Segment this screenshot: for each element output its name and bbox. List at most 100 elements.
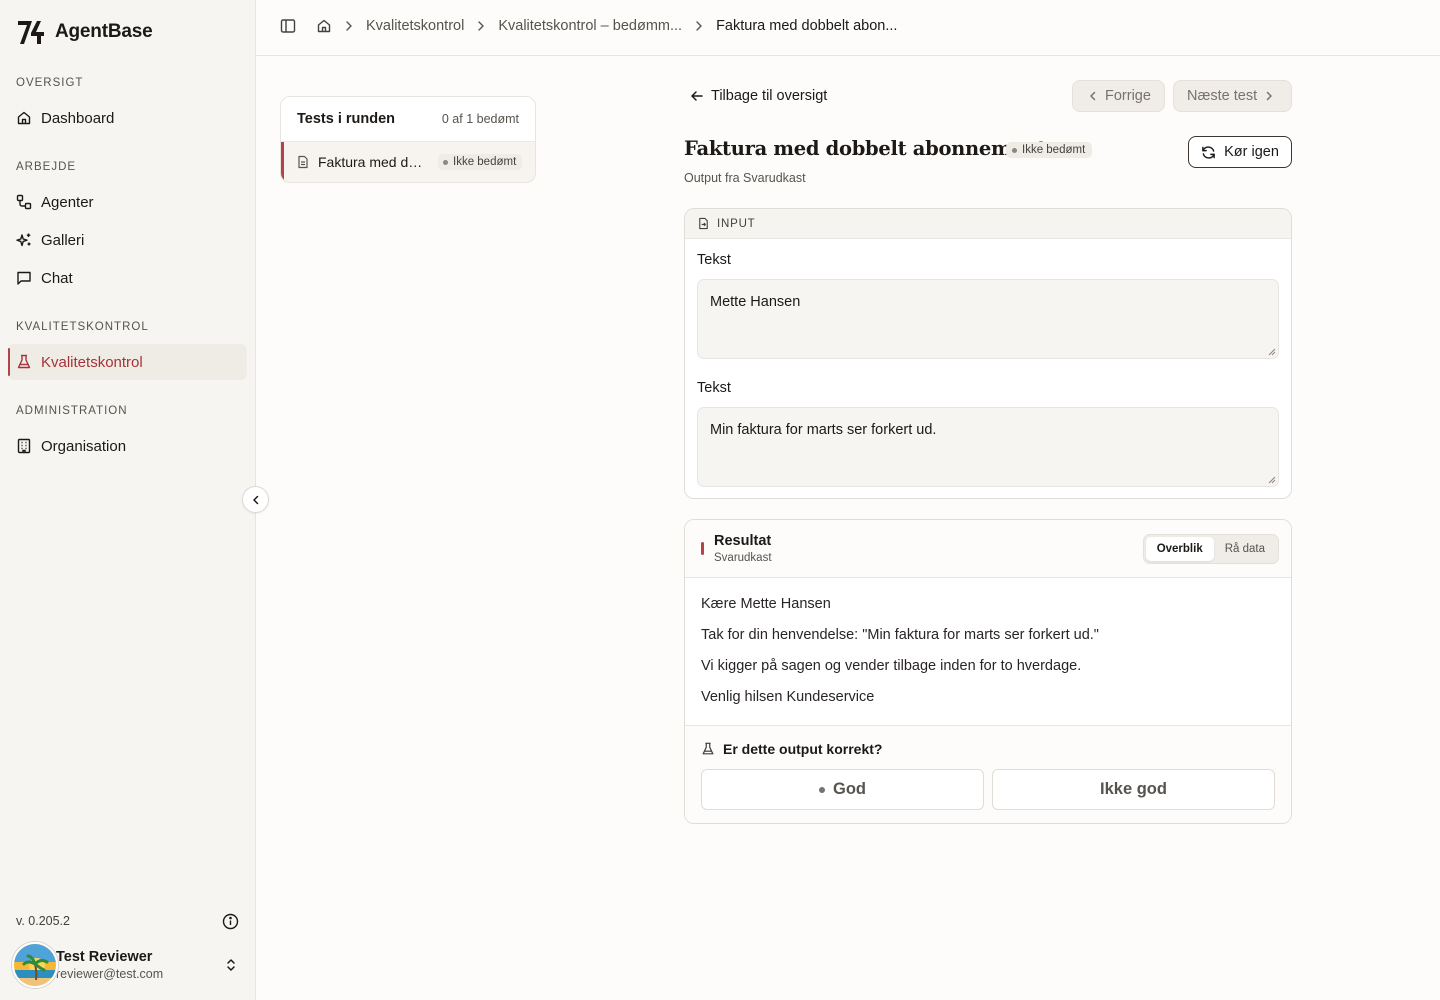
sidebar-item-organisation[interactable]: Organisation: [8, 428, 247, 464]
sidebar-item-label: Dashboard: [41, 109, 115, 127]
text-input-field[interactable]: Mette Hansen: [697, 279, 1279, 359]
breadcrumb-link[interactable]: Kvalitetskontrol – bedømm...: [498, 18, 682, 34]
sidebar-item-agenter[interactable]: Agenter: [8, 184, 247, 220]
next-test-button[interactable]: Næste test: [1173, 80, 1292, 112]
resize-handle-icon[interactable]: [1268, 348, 1276, 356]
chevron-right-icon: [696, 21, 702, 31]
status-dot: [819, 786, 825, 793]
sidebar-item-galleri[interactable]: Galleri: [8, 222, 247, 258]
sidebar: AgentBase OVERSIGT Dashboard ARBEJDE Age…: [0, 0, 256, 1000]
result-panel: Resultat Svarudkast Overblik Rå data Kær…: [684, 519, 1292, 824]
sidebar-item-label: Chat: [41, 269, 73, 287]
section-label-administration: ADMINISTRATION: [16, 405, 128, 417]
user-menu[interactable]: Test Reviewer reviewer@test.com: [12, 942, 244, 988]
sidebar-item-kvalitetskontrol[interactable]: Kvalitetskontrol: [8, 344, 247, 380]
section-label-arbejde: ARBEJDE: [16, 161, 77, 173]
rate-good-button[interactable]: God: [701, 769, 984, 810]
flask-icon: [702, 742, 714, 755]
field-label: Tekst: [697, 380, 731, 396]
chevron-right-icon: [1266, 91, 1272, 101]
result-title: Resultat: [714, 533, 772, 549]
tests-progress: 0 af 1 bedømt: [441, 112, 519, 126]
result-panel-header: Resultat Svarudkast Overblik Rå data: [685, 520, 1291, 578]
field-value: Min faktura for marts ser forkert ud.: [710, 422, 937, 438]
rating-section: Er dette output korrekt? God Ikke god: [685, 725, 1291, 823]
tab-raa-data[interactable]: Rå data: [1214, 537, 1276, 561]
chevrons-up-down-icon: [227, 959, 235, 971]
rate-good-label: God: [833, 780, 866, 798]
chevron-left-icon: [1090, 91, 1096, 101]
chevron-right-icon: [346, 21, 352, 31]
result-view-toggle: Overblik Rå data: [1142, 534, 1279, 564]
top-bar: Kvalitetskontrol Kvalitetskontrol – bedø…: [256, 0, 1440, 56]
status-badge: Ikke bedømt: [438, 154, 523, 170]
tests-panel: Tests i runden 0 af 1 bedømt Faktura med…: [280, 96, 536, 183]
tab-overblik[interactable]: Overblik: [1145, 537, 1214, 561]
sidebar-toggle-icon[interactable]: [280, 18, 296, 34]
rate-not-good-button[interactable]: Ikke god: [992, 769, 1275, 810]
run-again-label: Kør igen: [1224, 144, 1279, 160]
previous-test-button[interactable]: Forrige: [1072, 80, 1165, 112]
rating-question-text: Er dette output korrekt?: [723, 741, 883, 757]
info-icon[interactable]: [222, 913, 239, 930]
output-line: Tak for din henvendelse: "Min faktura fo…: [701, 627, 1099, 643]
test-list-item[interactable]: Faktura med dobbelt abonnement Ikke bedø…: [281, 142, 535, 182]
text-input-field[interactable]: Min faktura for marts ser forkert ud.: [697, 407, 1279, 487]
back-label: Tilbage til oversigt: [711, 88, 828, 104]
field-value: Mette Hansen: [710, 294, 801, 310]
breadcrumb-current: Faktura med dobbelt abon...: [716, 18, 898, 34]
building-icon: [17, 438, 31, 454]
home-icon[interactable]: [316, 18, 332, 34]
input-panel: INPUT Tekst Mette Hansen Tekst Min faktu…: [684, 208, 1292, 499]
app-version: v. 0.205.2: [16, 914, 70, 928]
sidebar-item-chat[interactable]: Chat: [8, 260, 247, 296]
field-label: Tekst: [697, 252, 731, 268]
test-name: Faktura med dobbelt abonnement: [318, 154, 430, 170]
sparkles-icon: [16, 233, 31, 247]
beach-avatar-icon: [14, 944, 56, 986]
breadcrumb: Kvalitetskontrol Kvalitetskontrol – bedø…: [280, 18, 897, 34]
tests-panel-header: Tests i runden 0 af 1 bedømt: [281, 97, 535, 142]
output-line: Vi kigger på sagen og vender tilbage ind…: [701, 658, 1082, 674]
result-accent-mark: [701, 542, 704, 555]
resize-handle-icon[interactable]: [1268, 476, 1276, 484]
back-to-overview-link[interactable]: Tilbage til oversigt: [690, 86, 827, 106]
section-label-kvalitetskontrol: KVALITETSKONTROL: [16, 321, 149, 333]
agentbase-logo-icon: [18, 21, 44, 44]
file-input-icon: [699, 217, 708, 230]
sidebar-item-label: Agenter: [41, 193, 94, 211]
page-subtitle: Output fra Svarudkast: [684, 171, 806, 185]
sidebar-item-label: Kvalitetskontrol: [41, 353, 143, 371]
tests-panel-title: Tests i runden: [297, 111, 396, 127]
output-line: Venlig hilsen Kundeservice: [701, 689, 875, 705]
collapse-sidebar-button[interactable]: [242, 486, 269, 513]
sidebar-item-label: Galleri: [41, 231, 85, 249]
rate-not-good-label: Ikke god: [1100, 780, 1167, 798]
flask-icon: [17, 354, 31, 369]
user-email: reviewer@test.com: [56, 967, 164, 981]
status-dot: [1012, 147, 1017, 153]
status-text: Ikke bedømt: [1022, 144, 1086, 156]
input-panel-title: INPUT: [717, 217, 756, 230]
breadcrumb-link[interactable]: Kvalitetskontrol: [366, 18, 464, 34]
result-output-text: Kære Mette Hansen Tak for din henvendels…: [701, 596, 1099, 720]
brand[interactable]: AgentBase: [16, 18, 153, 46]
previous-label: Forrige: [1105, 88, 1151, 104]
arrow-left-icon: [691, 91, 703, 101]
status-badge: Ikke bedømt: [1006, 142, 1093, 158]
result-subtitle: Svarudkast: [714, 552, 772, 564]
workflow-icon: [16, 194, 32, 210]
section-label-oversigt: OVERSIGT: [16, 77, 84, 89]
refresh-icon: [1202, 145, 1215, 159]
run-again-button[interactable]: Kør igen: [1188, 136, 1292, 168]
rating-question: Er dette output korrekt?: [701, 741, 882, 757]
page-title: Faktura med dobbelt abonnement: [684, 137, 1047, 160]
chevron-left-icon: [252, 495, 258, 504]
sidebar-item-dashboard[interactable]: Dashboard: [8, 100, 247, 136]
status-dot: [443, 159, 448, 165]
input-panel-header: INPUT: [685, 209, 1291, 239]
chat-icon: [17, 271, 31, 285]
next-label: Næste test: [1187, 88, 1258, 104]
user-name: Test Reviewer: [56, 949, 153, 965]
brand-name: AgentBase: [55, 21, 153, 42]
